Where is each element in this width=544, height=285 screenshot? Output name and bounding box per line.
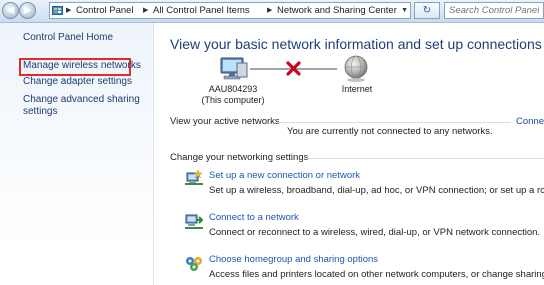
connect-link[interactable]: Conne (516, 116, 544, 127)
computer-sub-label: (This computer) (201, 95, 265, 105)
network-map (220, 55, 368, 82)
divider (306, 158, 544, 159)
internet-globe-icon[interactable] (344, 55, 368, 82)
divider (277, 122, 511, 123)
settings-heading: Change your networking settings (170, 152, 309, 163)
active-networks-heading: View your active networks (170, 116, 280, 127)
setup-connection-desc: Set up a wireless, broadband, dial-up, a… (209, 185, 544, 196)
computer-name: AAU804293 (208, 84, 258, 94)
homegroup-link[interactable]: Choose homegroup and sharing options (209, 254, 378, 265)
computer-name-label: AAU804293 (This computer) (197, 84, 269, 106)
connect-network-link[interactable]: Connect to a network (209, 212, 299, 223)
connect-network-icon[interactable] (184, 211, 204, 231)
homegroup-icon[interactable] (184, 254, 204, 274)
connect-network-desc: Connect or reconnect to a wireless, wire… (209, 227, 541, 238)
homegroup-desc: Access files and printers located on oth… (209, 269, 544, 280)
connection-status: You are currently not connected to any n… (287, 126, 493, 137)
setup-connection-link[interactable]: Set up a new connection or network (209, 170, 360, 181)
internet-label: Internet (341, 84, 373, 94)
new-connection-icon[interactable] (184, 168, 204, 188)
computer-icon[interactable] (220, 57, 248, 80)
